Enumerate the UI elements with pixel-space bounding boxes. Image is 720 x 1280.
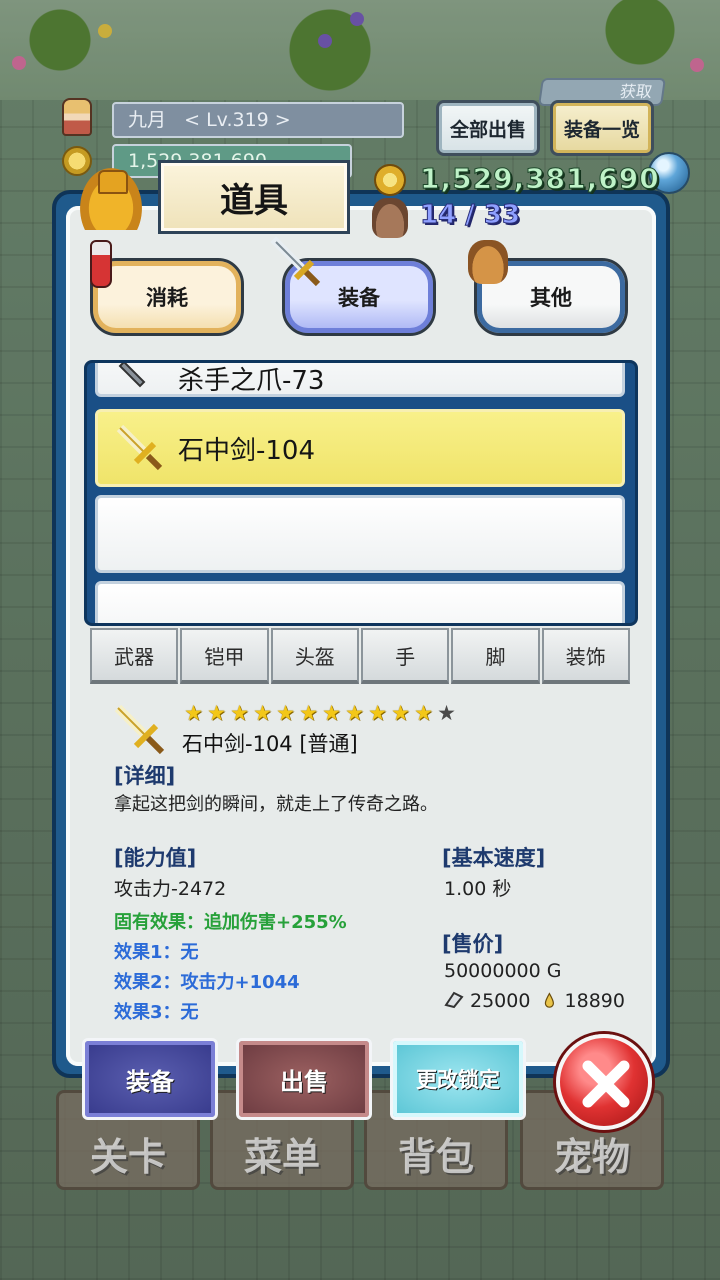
star-empty-icon: ★ — [437, 701, 456, 725]
list-item-selected[interactable]: 石中剑-104 — [95, 409, 625, 487]
star-filled-icon: ★ — [253, 701, 272, 725]
tab-other-label: 其他 — [530, 286, 572, 310]
sword-icon — [114, 704, 165, 755]
tab-equipment-label: 装备 — [338, 286, 380, 310]
player-name: 九月 — [128, 109, 167, 131]
star-filled-icon: ★ — [345, 701, 364, 725]
gold-coin-icon — [374, 164, 406, 196]
tab-helmet[interactable]: 头盔 — [270, 628, 359, 684]
acquire-badge-label: 获取 — [618, 82, 654, 101]
effect-3: 效果3：无 — [114, 1002, 199, 1023]
item-list[interactable]: 杀手之爪-73 石中剑-104 — [84, 360, 638, 626]
item-name: 石中剑-104 [普通] — [182, 732, 358, 756]
sword-icon — [116, 424, 163, 471]
speed-value: 1.00 秒 — [444, 878, 512, 900]
change-lock-label: 更改锁定 — [416, 1068, 500, 1092]
tab-helmet-label: 头盔 — [294, 644, 335, 669]
star-filled-icon: ★ — [299, 701, 318, 725]
effect-1: 效果1：无 — [114, 942, 199, 963]
star-filled-icon: ★ — [391, 701, 410, 725]
tab-consumables-label: 消耗 — [146, 286, 188, 310]
list-item[interactable]: 杀手之爪-73 — [95, 363, 625, 397]
price-heading: [售价] — [442, 932, 504, 956]
star-filled-icon: ★ — [368, 701, 387, 725]
tab-foot[interactable]: 脚 — [451, 628, 540, 684]
sell-all-button[interactable]: 全部出售 — [436, 100, 540, 156]
nav-menu-label: 菜单 — [243, 1135, 320, 1179]
player-level: < Lv.319 > — [184, 109, 291, 131]
equip-button-label: 装备 — [126, 1067, 174, 1096]
tab-hand-label: 手 — [395, 644, 416, 669]
player-name-bar: 九月 < Lv.319 > — [112, 102, 404, 138]
sell-all-label: 全部出售 — [449, 118, 526, 141]
tab-foot-label: 脚 — [485, 644, 506, 669]
panel-title: 道具 — [158, 160, 350, 234]
close-button[interactable] — [556, 1034, 652, 1130]
material-b-value: 18890 — [564, 990, 625, 1012]
tab-accessory[interactable]: 装饰 — [541, 628, 630, 684]
star-filled-icon: ★ — [207, 701, 226, 725]
rarity-stars: ★ ★ ★ ★ ★ ★ ★ ★ ★ ★ ★ ★ — [182, 702, 458, 724]
change-lock-button[interactable]: 更改锁定 — [390, 1038, 526, 1120]
sell-button[interactable]: 出售 — [236, 1038, 372, 1120]
ability-heading: [能力值] — [114, 846, 197, 870]
price-value: 50000000 G — [444, 960, 562, 982]
pouch-icon — [468, 240, 508, 284]
star-filled-icon: ★ — [414, 701, 433, 725]
star-filled-icon: ★ — [230, 701, 249, 725]
star-filled-icon: ★ — [184, 701, 203, 725]
detail-heading: [详细] — [114, 764, 176, 788]
tab-armor-label: 铠甲 — [204, 644, 245, 669]
effect-2: 效果2：攻击力+1044 — [114, 972, 300, 993]
tab-accessory-label: 装饰 — [565, 644, 606, 669]
list-item-label: 石中剑-104 — [178, 435, 316, 466]
equip-list-button[interactable]: 装备一览 — [550, 100, 654, 156]
speed-heading: [基本速度] — [442, 846, 546, 870]
item-bag-icon — [80, 168, 142, 230]
close-icon — [582, 1060, 630, 1108]
tab-weapon[interactable]: 武器 — [90, 628, 179, 684]
sword-icon — [270, 236, 321, 287]
attack-value: 攻击力-2472 — [114, 878, 227, 900]
bag-capacity: 14 / 33 — [420, 200, 521, 231]
claw-icon — [118, 363, 146, 388]
list-item-empty[interactable] — [95, 581, 625, 623]
list-item-empty[interactable] — [95, 495, 625, 573]
nav-pet-label: 宠物 — [553, 1135, 630, 1179]
nav-stage-label: 关卡 — [89, 1135, 166, 1179]
ingot-icon — [444, 991, 464, 1009]
material-a-value: 25000 — [470, 990, 531, 1012]
drop-icon — [544, 992, 554, 1008]
equip-list-label: 装备一览 — [563, 118, 640, 141]
tab-consumables[interactable]: 消耗 — [90, 258, 244, 336]
equip-type-tabs: 武器 铠甲 头盔 手 脚 装饰 — [90, 628, 630, 684]
player-avatar-icon — [62, 98, 92, 136]
tab-armor[interactable]: 铠甲 — [180, 628, 269, 684]
star-filled-icon: ★ — [276, 701, 295, 725]
potion-icon — [90, 240, 112, 288]
star-filled-icon: ★ — [322, 701, 341, 725]
tab-weapon-label: 武器 — [114, 644, 155, 669]
inherent-effect: 固有效果：追加伤害+255% — [114, 912, 347, 933]
list-item-label: 杀手之爪-73 — [178, 365, 325, 396]
panel-title-text: 道具 — [220, 180, 288, 221]
material-costs: 25000 18890 — [444, 990, 625, 1012]
tab-hand[interactable]: 手 — [360, 628, 450, 684]
sell-button-label: 出售 — [280, 1067, 328, 1096]
nav-bag-label: 背包 — [397, 1135, 474, 1179]
gold-amount: 1,529,381,690 — [420, 162, 660, 196]
bag-capacity-icon — [372, 198, 408, 238]
equip-button[interactable]: 装备 — [82, 1038, 218, 1120]
item-description: 拿起这把剑的瞬间，就走上了传奇之路。 — [114, 794, 438, 815]
